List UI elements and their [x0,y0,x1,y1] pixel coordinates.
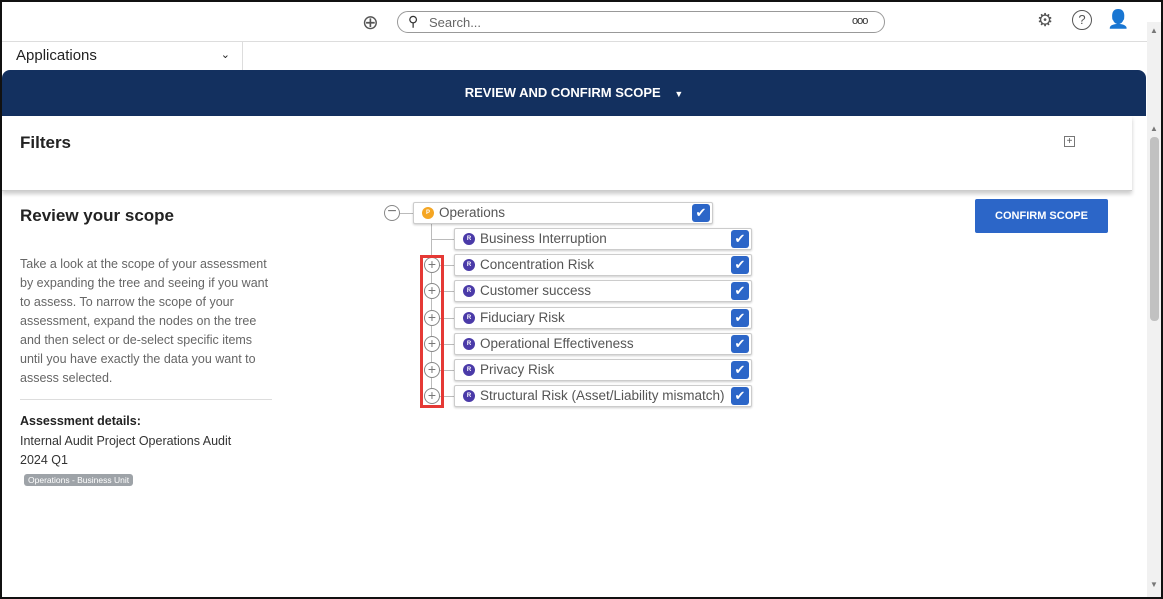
node-checkbox[interactable]: ✔ [731,256,749,275]
node-label: Customer success [480,283,592,299]
scroll-up-icon[interactable]: ▲ [1150,124,1158,133]
add-icon[interactable]: ⊕ [362,10,379,35]
search-options-icon[interactable]: ooo [852,15,868,27]
search-icon: ⚲ [408,13,419,29]
tree-node-root[interactable]: P Operations ✔ [413,202,713,224]
details-value: Internal Audit Project Operations Audit … [20,434,232,467]
applications-dropdown[interactable]: Applications ⌄ [2,42,243,72]
risk-badge: R [463,233,475,245]
expand-filters-icon[interactable]: + [1064,136,1075,147]
business-unit-tag: Operations - Business Unit [24,474,134,486]
filters-panel: Filters + [2,116,1132,191]
review-title: Review your scope [20,206,175,225]
tree-node[interactable]: R Structural Risk (Asset/Liability misma… [454,385,752,408]
tree-line [400,213,413,214]
node-checkbox[interactable]: ✔ [731,361,749,379]
scrollbar-thumb[interactable] [1150,137,1159,321]
tree-node[interactable]: R Fiduciary Risk ✔ [454,306,752,329]
highlight-box [420,255,444,408]
gear-icon[interactable]: ⚙ [1037,10,1053,31]
page-nav-bar[interactable]: REVIEW AND CONFIRM SCOPE ▼ [2,70,1146,116]
parent-badge: P [422,207,434,219]
search-input[interactable]: Search... [397,11,885,33]
node-label: Operations [439,205,506,220]
scroll-up-icon-top[interactable]: ▲ [1150,26,1158,35]
node-label: Concentration Risk [480,257,595,273]
risk-badge: R [463,390,475,403]
help-icon[interactable]: ? [1072,10,1092,30]
risk-badge: R [463,259,475,272]
collapse-node-icon[interactable]: − [384,204,400,221]
scroll-down-icon[interactable]: ▼ [1150,580,1158,589]
user-icon[interactable]: 👤 [1107,9,1129,30]
filters-title: Filters [20,133,72,152]
details-label: Assessment details: [20,414,141,428]
node-label: Operational Effectiveness [480,335,634,351]
node-label: Business Interruption [480,231,607,246]
divider [20,399,272,400]
tree-line [432,239,454,240]
nav-title: REVIEW AND CONFIRM SCOPE [464,85,661,100]
review-description: Take a look at the scope of your assessm… [20,257,269,385]
caret-down-icon: ▼ [674,89,684,99]
node-checkbox[interactable]: ✔ [731,230,749,248]
node-checkbox[interactable]: ✔ [731,387,749,406]
risk-badge: R [463,364,475,376]
node-label: Fiduciary Risk [480,309,565,325]
tree-node[interactable]: R Business Interruption ✔ [454,228,752,250]
tree-node[interactable]: R Customer success ✔ [454,280,752,303]
node-checkbox[interactable]: ✔ [731,308,749,327]
node-label: Privacy Risk [480,362,555,377]
risk-badge: R [463,311,475,324]
node-checkbox[interactable]: ✔ [692,204,710,222]
node-checkbox[interactable]: ✔ [731,282,749,301]
tree-node[interactable]: R Privacy Risk ✔ [454,359,752,381]
applications-label: Applications [16,47,97,64]
chevron-down-icon: ⌄ [220,49,230,61]
risk-badge: R [463,285,475,298]
node-checkbox[interactable]: ✔ [731,334,749,353]
node-label: Structural Risk (Asset/Liability mismatc… [480,388,725,404]
tree-node[interactable]: R Concentration Risk ✔ [454,254,752,277]
confirm-scope-button[interactable]: CONFIRM SCOPE [975,199,1108,233]
tree-node[interactable]: R Operational Effectiveness ✔ [454,332,752,355]
risk-badge: R [463,337,475,350]
